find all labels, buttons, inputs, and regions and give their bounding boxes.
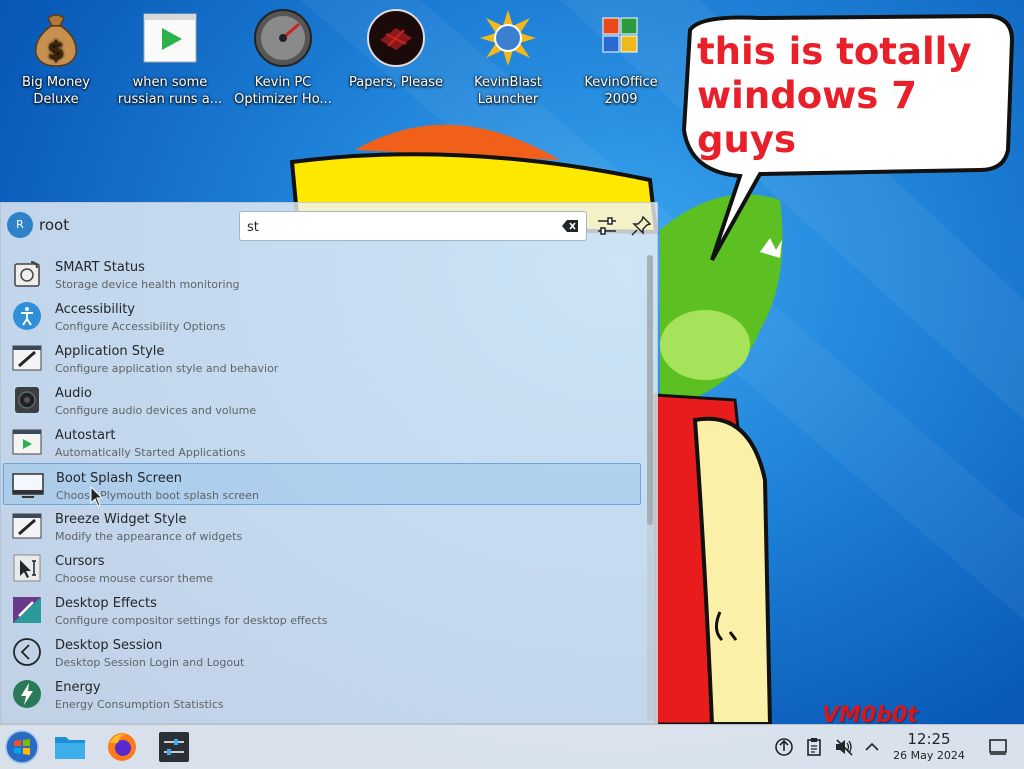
desktop-icon-label: KevinBlast Launcher [474, 75, 542, 107]
launcher-header: R root [1, 203, 657, 249]
result-title: Cursors [55, 554, 105, 569]
result-item[interactable]: Desktop Effects Configure compositor set… [3, 589, 641, 631]
results-scrollbar[interactable] [647, 255, 653, 721]
result-title: Autostart [55, 428, 116, 443]
papers-please-icon [367, 9, 425, 67]
money-bag-icon: $ [35, 14, 77, 67]
result-item[interactable]: Desktop Session Desktop Session Login an… [3, 631, 641, 673]
result-title: Application Style [55, 344, 165, 359]
result-subtitle: Choose Plymouth boot splash screen [56, 489, 260, 502]
search-input[interactable] [245, 216, 559, 238]
application-launcher: R root SMART Status Storage [0, 202, 658, 724]
result-subtitle: Modify the appearance of widgets [55, 530, 243, 543]
pin-icon[interactable] [629, 214, 653, 238]
desktop-icon-label: when some russian runs a... [117, 75, 223, 107]
energy-icon [13, 680, 41, 708]
brush-icon [12, 345, 42, 371]
taskbar: 12:25 26 May 2024 [0, 724, 1024, 769]
volume-muted-icon[interactable] [834, 737, 854, 757]
desktop-icon-kevinblast-launcher[interactable]: KevinBlast Launcher [452, 8, 564, 108]
desktop-icon-big-money-deluxe[interactable]: $ Big Money Deluxe [0, 8, 112, 108]
firefox-icon[interactable] [104, 729, 140, 765]
result-title: Breeze Widget Style [55, 512, 187, 527]
result-item[interactable]: Application Style Configure application … [3, 337, 641, 379]
result-title: Audio [55, 386, 92, 401]
desktop-icon-papers-please[interactable]: Papers, Please [340, 8, 452, 91]
clock-time[interactable]: 12:25 [890, 730, 968, 748]
result-subtitle: Configure compositor settings for deskto… [55, 614, 328, 627]
result-item[interactable]: Breeze Widget Style Modify the appearanc… [3, 505, 641, 547]
result-subtitle: Configure audio devices and volume [55, 404, 257, 417]
result-subtitle: Configure application style and behavior [55, 362, 279, 375]
result-title: Accessibility [55, 302, 135, 317]
search-box[interactable] [239, 211, 587, 241]
avatar[interactable]: R [7, 212, 33, 238]
desktop-icon-video[interactable]: when some russian runs a... [114, 8, 226, 108]
svg-text:$: $ [48, 36, 65, 64]
speaker-icon [15, 387, 39, 413]
search-results: SMART Status Storage device health monit… [3, 253, 641, 715]
speedometer-icon [254, 9, 312, 67]
result-subtitle: Energy Consumption Statistics [55, 698, 224, 711]
clear-search-icon[interactable] [562, 218, 580, 234]
desktop-icon-kevinoffice-2009[interactable]: KevinOffice 2009 [565, 8, 677, 108]
cursor-theme-icon [13, 554, 41, 582]
network-tray-icon[interactable] [774, 737, 794, 757]
desktop-icon-label: Kevin PC Optimizer Ho... [234, 75, 332, 107]
result-title: Boot Splash Screen [56, 471, 182, 486]
result-subtitle: Configure Accessibility Options [55, 320, 226, 333]
file-manager-icon[interactable] [52, 729, 88, 765]
desktop-icon-label: KevinOffice 2009 [584, 75, 658, 107]
brush-icon [12, 513, 42, 539]
chevron-up-icon[interactable] [862, 737, 882, 757]
video-file-icon [143, 13, 197, 63]
effects-icon [13, 597, 41, 623]
result-item[interactable]: Accessibility Configure Accessibility Op… [3, 295, 641, 337]
result-item[interactable]: Audio Configure audio devices and volume [3, 379, 641, 421]
result-item[interactable]: Cursors Choose mouse cursor theme [3, 547, 641, 589]
result-subtitle: Choose mouse cursor theme [55, 572, 214, 585]
mouse-pointer-icon [90, 486, 104, 507]
configure-icon[interactable] [595, 214, 619, 238]
result-subtitle: Storage device health monitoring [55, 278, 240, 291]
result-title: Desktop Effects [55, 596, 157, 611]
start-menu-icon[interactable] [4, 729, 40, 765]
scrollbar-thumb[interactable] [647, 255, 653, 525]
user-name: root [39, 216, 70, 234]
accessibility-icon [13, 302, 41, 330]
result-title: Energy [55, 680, 101, 695]
system-settings-icon[interactable] [156, 729, 192, 765]
result-title: SMART Status [55, 260, 145, 275]
autostart-icon [12, 429, 42, 455]
disk-health-icon [14, 261, 40, 287]
result-subtitle: Desktop Session Login and Logout [55, 656, 245, 669]
desktop-icon-label: Big Money Deluxe [21, 75, 90, 107]
office-icon [602, 17, 638, 53]
result-item[interactable]: SMART Status Storage device health monit… [3, 253, 641, 295]
result-item[interactable]: Autostart Automatically Started Applicat… [3, 421, 641, 463]
clipboard-tray-icon[interactable] [804, 737, 824, 757]
kevinblast-icon [480, 10, 536, 66]
clock-date[interactable]: 26 May 2024 [880, 749, 978, 762]
speech-bubble-text: this is totally windows 7 guys [697, 30, 972, 161]
result-item[interactable]: Energy Energy Consumption Statistics [3, 673, 641, 715]
result-title: Desktop Session [55, 638, 163, 653]
result-subtitle: Automatically Started Applications [55, 446, 246, 459]
show-desktop-icon[interactable] [988, 737, 1008, 757]
session-icon [13, 638, 41, 666]
monitor-icon [12, 473, 44, 498]
desktop-icon-label: Papers, Please [348, 75, 444, 90]
desktop-icon-kevin-pc-optimizer[interactable]: Kevin PC Optimizer Ho... [227, 8, 339, 108]
